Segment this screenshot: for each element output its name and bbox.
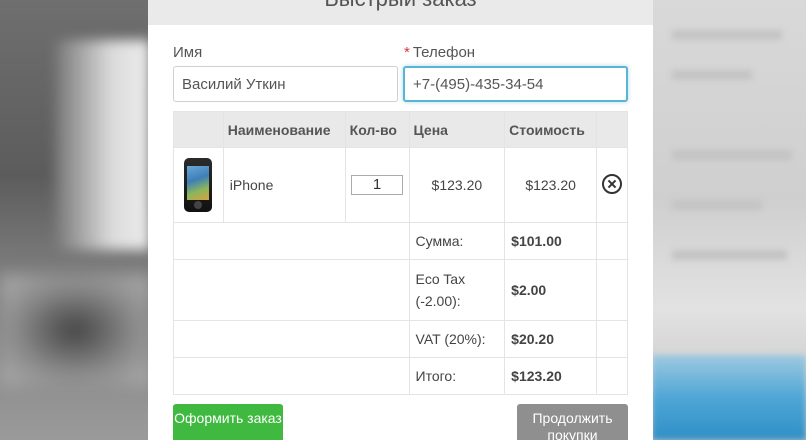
header-qty: Кол-во <box>344 111 410 148</box>
table-row: iPhone 1 $123.20 $123.20 <box>173 147 628 223</box>
product-price: $123.20 <box>408 147 506 223</box>
grand-total-label: Итого: <box>408 357 506 395</box>
product-image[interactable] <box>184 158 213 212</box>
header-image <box>173 111 224 148</box>
summary-row: Итого: $123.20 <box>173 357 628 395</box>
quantity-input[interactable]: 1 <box>351 175 404 195</box>
header-total: Стоимость <box>504 111 598 148</box>
background-blur <box>672 70 752 80</box>
phone-label-wrap: * Телефон <box>404 44 475 61</box>
phone-home-button <box>194 201 203 209</box>
header-name: Наименование <box>222 111 346 148</box>
summary-row: Сумма: $101.00 <box>173 222 628 260</box>
background-blur <box>652 355 806 440</box>
modal-title: Быстрый заказ <box>148 0 653 12</box>
phone-screen <box>187 166 210 200</box>
modal-header: Быстрый заказ <box>148 0 653 25</box>
cart-table: Наименование Кол-во Цена Стоимость iPhon… <box>173 111 628 395</box>
subtotal-label: Сумма: <box>408 222 506 260</box>
eco-tax-label: Eco Tax (-2.00): <box>408 259 506 321</box>
header-price: Цена <box>408 111 506 148</box>
grand-total-value: $123.20 <box>504 357 598 395</box>
product-name[interactable]: iPhone <box>222 147 346 223</box>
remove-item-icon[interactable] <box>602 173 623 194</box>
background-left <box>0 0 150 440</box>
qty-cell: 1 <box>344 147 410 223</box>
phone-input[interactable] <box>403 66 628 102</box>
header-delete <box>596 111 628 148</box>
vat-value: $20.20 <box>504 320 598 358</box>
background-right <box>652 0 806 440</box>
checkout-button[interactable]: Оформить заказ <box>173 404 283 440</box>
cart-header-row: Наименование Кол-во Цена Стоимость <box>173 111 628 148</box>
background-blur <box>672 200 762 210</box>
product-image-cell <box>173 147 224 223</box>
background-blur <box>672 250 787 260</box>
summary-row: Eco Tax (-2.00): $2.00 <box>173 259 628 321</box>
summary-row: VAT (20%): $20.20 <box>173 320 628 358</box>
delete-cell <box>596 147 628 223</box>
name-label: Имя <box>173 44 203 61</box>
phone-label: Телефон <box>412 44 476 61</box>
background-blur <box>672 150 792 160</box>
subtotal-value: $101.00 <box>504 222 598 260</box>
background-blur <box>672 30 782 40</box>
eco-tax-value: $2.00 <box>504 259 598 321</box>
background-blur <box>0 275 150 385</box>
quick-order-modal: Быстрый заказ Имя *Телефон Наименование … <box>148 0 653 440</box>
continue-shopping-button[interactable]: Продолжить покупки <box>517 404 628 440</box>
product-total: $123.20 <box>504 147 598 223</box>
vat-label: VAT (20%): <box>408 320 506 358</box>
required-mark: * <box>404 44 410 61</box>
background-blur <box>55 40 150 250</box>
name-input[interactable] <box>173 66 398 102</box>
